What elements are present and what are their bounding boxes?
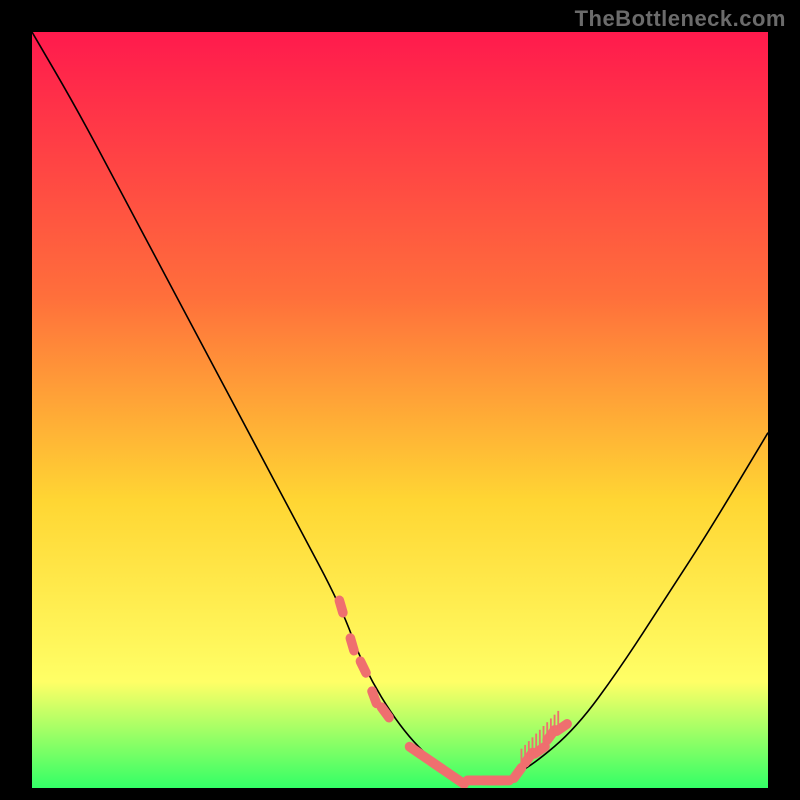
watermark-text: TheBottleneck.com bbox=[575, 6, 786, 32]
chart-container: TheBottleneck.com bbox=[0, 0, 800, 800]
gradient-background bbox=[32, 32, 768, 788]
bottleneck-chart bbox=[32, 32, 768, 788]
